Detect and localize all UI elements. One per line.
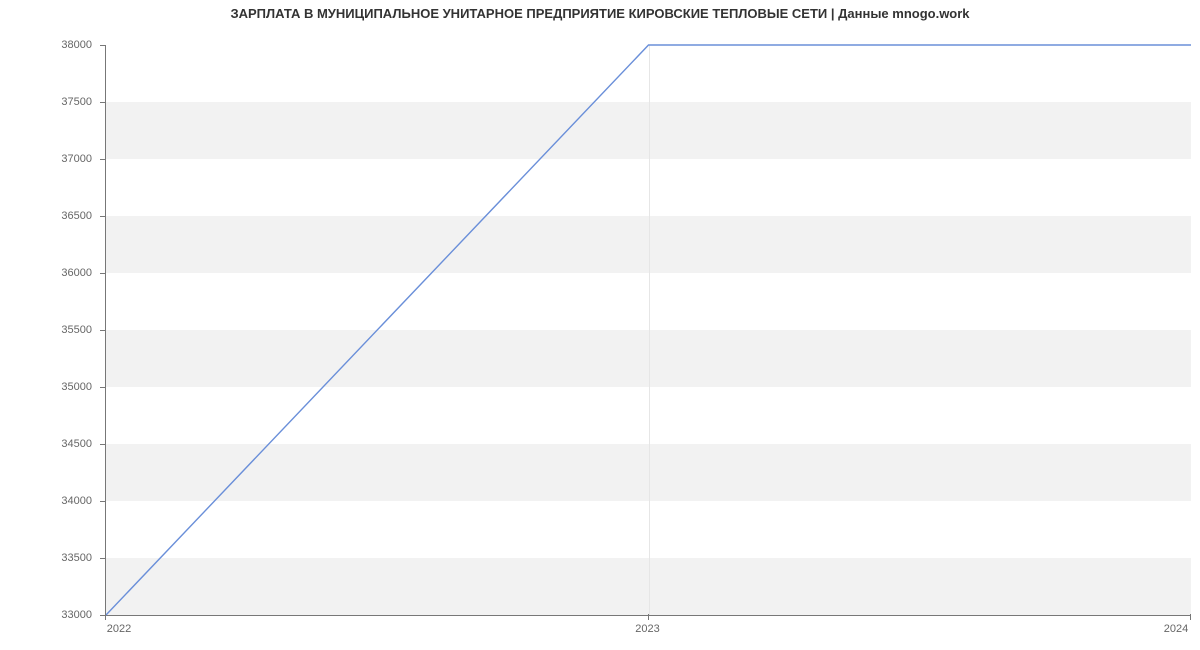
- y-tick-label: 34000: [61, 495, 92, 507]
- y-tick-label: 36000: [61, 267, 92, 279]
- line-series: [106, 45, 1191, 615]
- x-tick-mark: [105, 614, 106, 620]
- x-tick-label: 2024: [1164, 623, 1188, 635]
- x-axis: 2022 2023 2024: [105, 615, 1190, 645]
- y-tick-label: 37500: [61, 96, 92, 108]
- series-polyline: [106, 45, 1191, 615]
- x-tick-mark: [648, 614, 649, 620]
- chart-container: ЗАРПЛАТА В МУНИЦИПАЛЬНОЕ УНИТАРНОЕ ПРЕДП…: [0, 0, 1200, 650]
- y-tick-label: 33500: [61, 552, 92, 564]
- y-tick-label: 33000: [61, 609, 92, 621]
- y-tick-label: 34500: [61, 438, 92, 450]
- x-tick-label: 2023: [635, 623, 659, 635]
- y-tick-label: 37000: [61, 153, 92, 165]
- y-tick-label: 35000: [61, 381, 92, 393]
- plot-area: [105, 45, 1191, 616]
- x-tick-mark: [1190, 614, 1191, 620]
- y-tick-label: 38000: [61, 39, 92, 51]
- y-tick-label: 36500: [61, 210, 92, 222]
- chart-title: ЗАРПЛАТА В МУНИЦИПАЛЬНОЕ УНИТАРНОЕ ПРЕДП…: [0, 6, 1200, 21]
- x-tick-label: 2022: [107, 623, 131, 635]
- y-axis: 3300033500340003450035000355003600036500…: [0, 45, 100, 615]
- y-tick-label: 35500: [61, 324, 92, 336]
